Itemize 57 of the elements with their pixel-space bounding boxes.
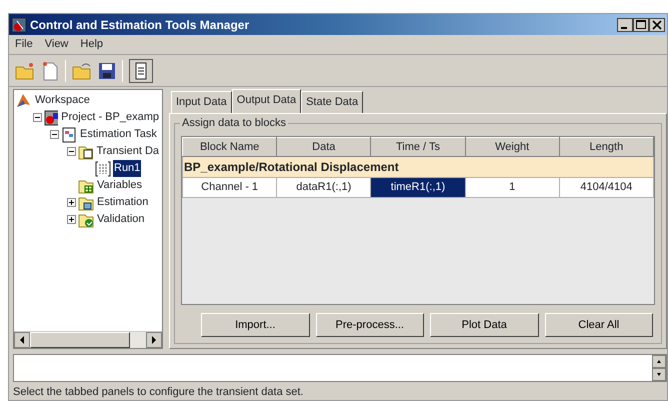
tree-item[interactable]: Transient Da — [95, 143, 160, 160]
minimize-button[interactable] — [617, 18, 633, 32]
folder-icon — [78, 194, 94, 210]
folder-icon — [78, 144, 94, 160]
tab[interactable]: Input Data — [171, 91, 232, 112]
menu-item[interactable]: Help — [80, 36, 104, 53]
table-cell[interactable]: timeR1(:,1) — [370, 178, 466, 197]
menu-item[interactable]: File — [15, 36, 33, 53]
tab[interactable]: State Data — [301, 91, 364, 112]
tab[interactable]: Output Data — [232, 89, 302, 112]
tree-item[interactable]: Estimation — [96, 194, 150, 211]
collapse-button[interactable] — [67, 147, 76, 156]
tree-item[interactable]: Project - BP_examp — [60, 109, 160, 126]
status-text: Select the tabbed panels to configure the transient data set. — [13, 386, 304, 398]
tree-item[interactable]: Validation — [96, 211, 146, 228]
scroll-left-button[interactable] — [14, 332, 30, 348]
import-button[interactable]: Import... — [201, 313, 310, 337]
preprocess-button[interactable]: Pre-process... — [316, 313, 424, 337]
window-title: Control and Estimation Tools Manager — [30, 16, 250, 34]
scroll-up-button[interactable] — [652, 355, 666, 368]
column-header[interactable]: Length — [559, 137, 654, 156]
folder-icon[interactable] — [15, 62, 35, 80]
table-cell[interactable]: 1 — [465, 178, 560, 197]
expand-button[interactable] — [67, 198, 76, 207]
scrollbar-thumb[interactable] — [30, 332, 130, 348]
tree-item[interactable]: Estimation Task — [79, 126, 158, 143]
app-icon — [11, 16, 27, 32]
tree-item[interactable]: Variables — [96, 177, 144, 194]
task-icon — [61, 126, 77, 142]
tree-item[interactable]: Run1 — [113, 160, 142, 177]
notes-icon[interactable] — [129, 58, 153, 82]
column-header[interactable]: Time / Ts — [370, 137, 466, 156]
collapse-button[interactable] — [50, 130, 59, 139]
column-header[interactable]: Data — [276, 137, 371, 156]
plot-button[interactable]: Plot Data — [430, 313, 538, 337]
data-icon — [95, 160, 111, 176]
column-header[interactable]: Block Name — [182, 137, 277, 156]
scroll-down-button[interactable] — [652, 368, 666, 381]
expand-button[interactable] — [67, 215, 76, 224]
save-icon[interactable] — [98, 62, 116, 80]
clear-button[interactable]: Clear All — [544, 313, 653, 337]
table-cell[interactable]: Channel - 1 — [182, 178, 277, 197]
table-cell[interactable]: 4104/4104 — [559, 178, 654, 197]
maximize-button[interactable] — [633, 18, 649, 32]
folder-icon — [78, 212, 94, 228]
workspace-icon — [16, 92, 32, 108]
new-document-icon[interactable] — [41, 60, 59, 80]
collapse-button[interactable] — [33, 113, 42, 122]
folder-icon — [78, 178, 94, 194]
close-button[interactable] — [649, 18, 665, 32]
tree-item[interactable]: Workspace — [34, 92, 91, 109]
scroll-right-button[interactable] — [146, 332, 162, 348]
project-icon — [44, 110, 58, 126]
column-header[interactable]: Weight — [465, 137, 560, 156]
table-cell[interactable]: dataR1(:,1) — [276, 178, 371, 197]
menu-item[interactable]: View — [44, 36, 68, 53]
group-row: BP_example/Rotational Displacement — [182, 156, 654, 178]
